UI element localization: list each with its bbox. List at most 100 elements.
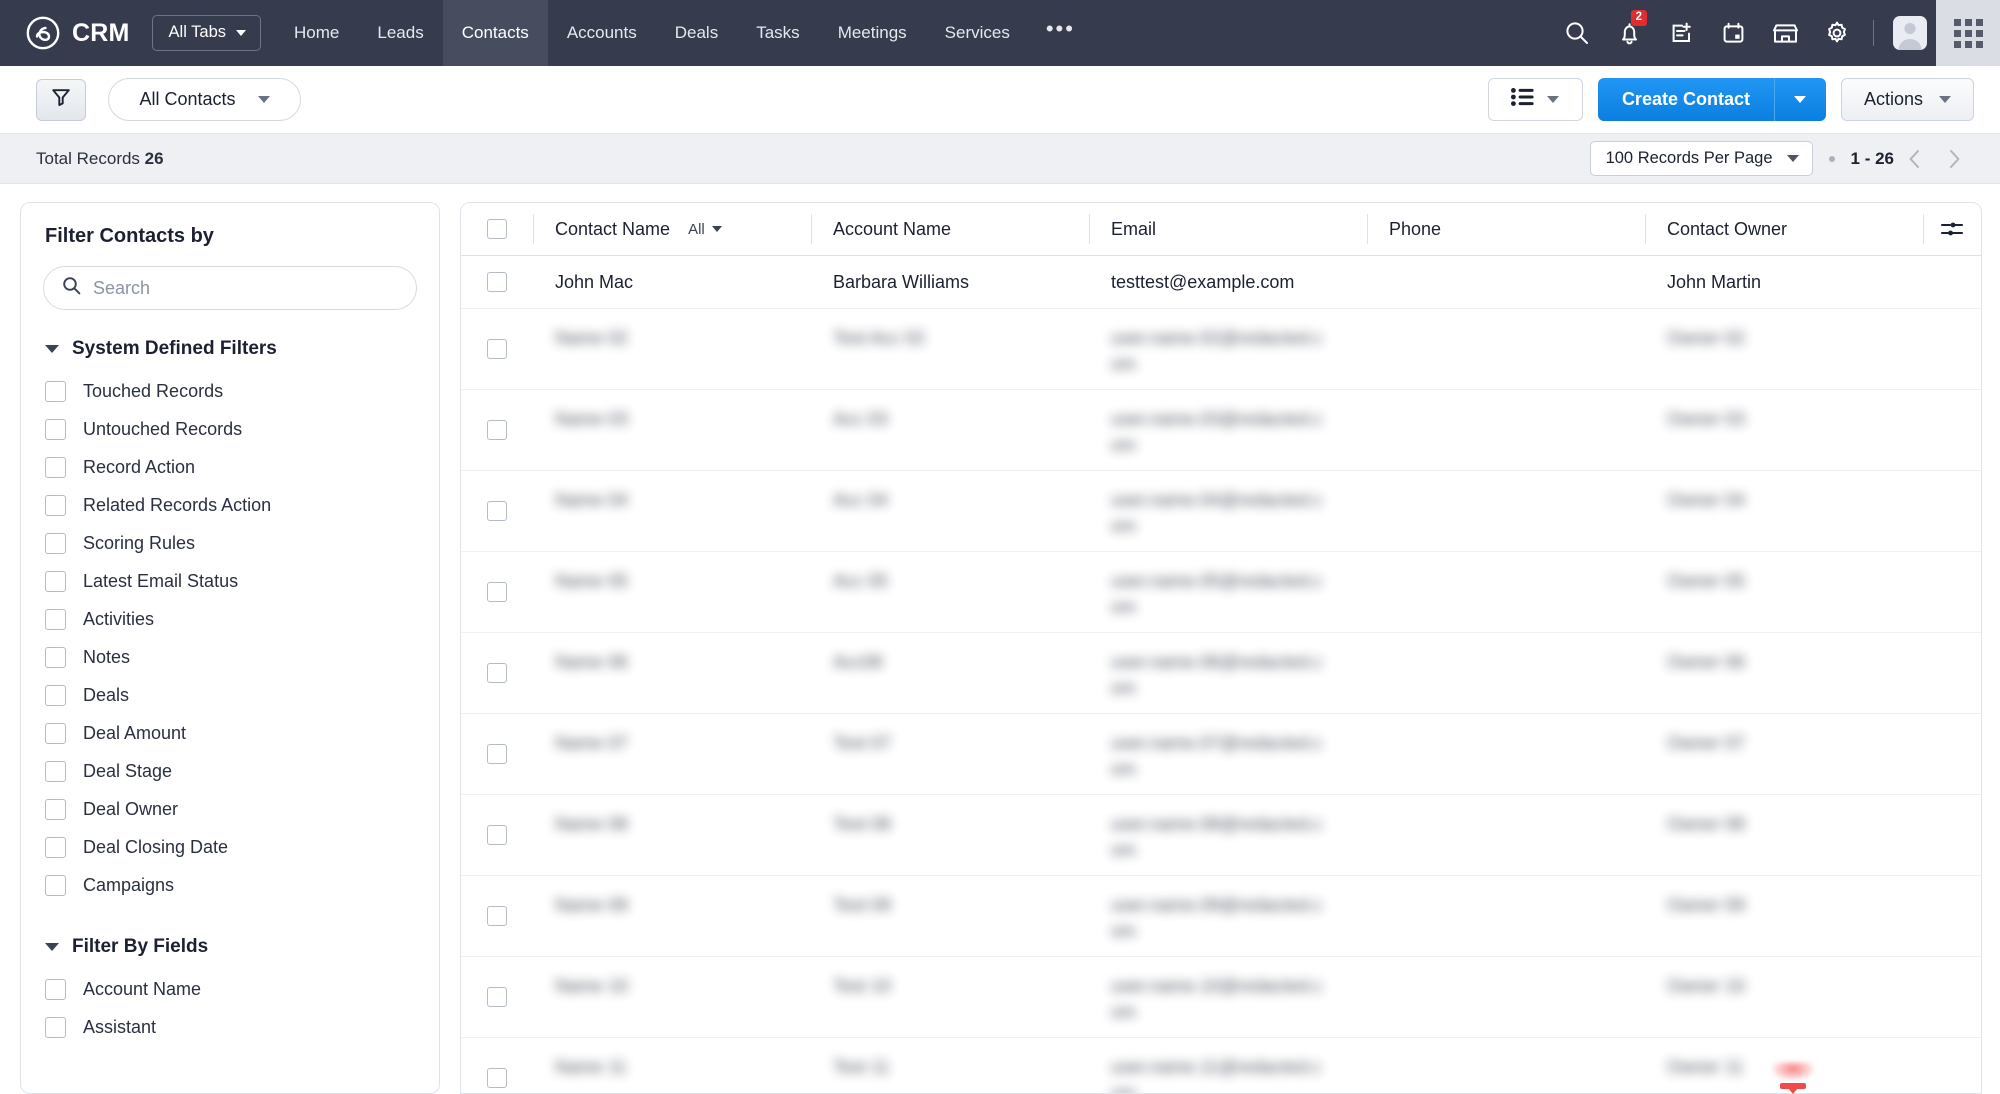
checkbox[interactable]: [45, 381, 66, 402]
cell-email[interactable]: user.name.06@redacted.com: [1089, 633, 1367, 713]
marketplace-icon[interactable]: [1759, 0, 1811, 66]
row-checkbox[interactable]: [461, 1038, 533, 1093]
table-row[interactable]: John Mac Barbara Williams testtest@examp…: [461, 256, 1981, 309]
filter-item-deal-amount[interactable]: Deal Amount: [21, 714, 439, 752]
filter-item-related-records-action[interactable]: Related Records Action: [21, 486, 439, 524]
filter-group-header[interactable]: Filter By Fields: [21, 930, 439, 970]
row-checkbox[interactable]: [461, 309, 533, 389]
column-header-contact-owner[interactable]: Contact Owner: [1645, 203, 1923, 255]
apps-grid-icon[interactable]: [1936, 0, 2000, 66]
cell-email[interactable]: user.name.10@redacted.com: [1089, 957, 1367, 1037]
checkbox[interactable]: [45, 533, 66, 554]
cell-email[interactable]: user.name.03@redacted.com: [1089, 390, 1367, 470]
cell-phone[interactable]: [1367, 795, 1645, 875]
table-row[interactable]: Name 08 Test 08 user.name.08@redacted.co…: [461, 795, 1981, 876]
cell-account-name[interactable]: Test 10: [811, 957, 1089, 1037]
cell-email[interactable]: user.name.05@redacted.com: [1089, 552, 1367, 632]
nav-tab-services[interactable]: Services: [926, 0, 1029, 66]
filter-item-account-name[interactable]: Account Name: [21, 970, 439, 1008]
cell-contact-owner[interactable]: Owner 06: [1645, 633, 1981, 713]
cell-contact-name[interactable]: Name 07: [533, 714, 811, 794]
add-note-icon[interactable]: [1655, 0, 1707, 66]
nav-tab-deals[interactable]: Deals: [656, 0, 737, 66]
cell-account-name[interactable]: Acc 05: [811, 552, 1089, 632]
cell-contact-name[interactable]: Name 04: [533, 471, 811, 551]
filter-item-record-action[interactable]: Record Action: [21, 448, 439, 486]
cell-email[interactable]: user.name.09@redacted.com: [1089, 876, 1367, 956]
checkbox[interactable]: [45, 1017, 66, 1038]
checkbox[interactable]: [45, 837, 66, 858]
checkbox[interactable]: [45, 457, 66, 478]
cell-contact-owner[interactable]: Owner 07: [1645, 714, 1981, 794]
row-checkbox[interactable]: [461, 714, 533, 794]
row-checkbox[interactable]: [461, 633, 533, 713]
nav-tab-accounts[interactable]: Accounts: [548, 0, 656, 66]
checkbox[interactable]: [45, 979, 66, 1000]
cell-contact-name[interactable]: Name 06: [533, 633, 811, 713]
checkbox[interactable]: [487, 219, 507, 239]
cell-contact-owner[interactable]: Owner 10: [1645, 957, 1981, 1037]
checkbox[interactable]: [45, 875, 66, 896]
checkbox[interactable]: [487, 501, 507, 521]
contact-name-all-dropdown[interactable]: All: [688, 221, 722, 238]
table-row[interactable]: Name 07 Test 07 user.name.07@redacted.co…: [461, 714, 1981, 795]
cell-contact-owner[interactable]: Owner 08: [1645, 795, 1981, 875]
row-checkbox[interactable]: [461, 957, 533, 1037]
list-view-button[interactable]: [1488, 78, 1583, 121]
cell-contact-owner[interactable]: Owner 11: [1645, 1038, 1981, 1093]
create-contact-dropdown-button[interactable]: [1774, 78, 1826, 121]
filter-item-deal-stage[interactable]: Deal Stage: [21, 752, 439, 790]
cell-account-name[interactable]: Test 07: [811, 714, 1089, 794]
cell-contact-owner[interactable]: Owner 05: [1645, 552, 1981, 632]
cell-phone[interactable]: [1367, 957, 1645, 1037]
cell-phone[interactable]: [1367, 876, 1645, 956]
cell-account-name[interactable]: Acc06: [811, 633, 1089, 713]
filter-item-campaigns[interactable]: Campaigns: [21, 866, 439, 904]
filter-item-assistant[interactable]: Assistant: [21, 1008, 439, 1046]
column-settings-icon[interactable]: [1923, 203, 1981, 255]
checkbox[interactable]: [487, 825, 507, 845]
actions-dropdown-button[interactable]: Actions: [1841, 78, 1974, 121]
search-icon[interactable]: [1551, 0, 1603, 66]
checkbox[interactable]: [487, 339, 507, 359]
table-row[interactable]: Name 10 Test 10 user.name.10@redacted.co…: [461, 957, 1981, 1038]
table-row[interactable]: Name 09 Test 09 user.name.09@redacted.co…: [461, 876, 1981, 957]
checkbox[interactable]: [45, 761, 66, 782]
nav-tab-leads[interactable]: Leads: [358, 0, 442, 66]
pagination-prev-button[interactable]: [1894, 139, 1934, 179]
checkbox[interactable]: [487, 1068, 507, 1088]
cell-account-name[interactable]: Test 09: [811, 876, 1089, 956]
nav-tab-meetings[interactable]: Meetings: [819, 0, 926, 66]
filter-item-untouched-records[interactable]: Untouched Records: [21, 410, 439, 448]
pagination-next-button[interactable]: [1934, 139, 1974, 179]
row-checkbox[interactable]: [461, 256, 533, 308]
table-row[interactable]: Name 06 Acc06 user.name.06@redacted.com …: [461, 633, 1981, 714]
avatar[interactable]: [1884, 0, 1936, 66]
cell-phone[interactable]: [1367, 471, 1645, 551]
cell-account-name[interactable]: Acc 03: [811, 390, 1089, 470]
cell-contact-owner[interactable]: Owner 03: [1645, 390, 1981, 470]
checkbox[interactable]: [45, 419, 66, 440]
checkbox[interactable]: [45, 799, 66, 820]
notification-bell-icon[interactable]: 2: [1603, 0, 1655, 66]
column-header-contact-name[interactable]: Contact Name All: [533, 203, 811, 255]
filter-item-touched-records[interactable]: Touched Records: [21, 372, 439, 410]
all-tabs-dropdown[interactable]: All Tabs: [152, 15, 261, 51]
cell-contact-owner[interactable]: Owner 02: [1645, 309, 1981, 389]
view-selector-dropdown[interactable]: All Contacts: [108, 78, 301, 121]
cell-email[interactable]: user.name.04@redacted.com: [1089, 471, 1367, 551]
cell-phone[interactable]: [1367, 256, 1645, 308]
cell-contact-owner[interactable]: Owner 04: [1645, 471, 1981, 551]
cell-phone[interactable]: [1367, 633, 1645, 713]
cell-account-name[interactable]: Test 08: [811, 795, 1089, 875]
records-per-page-dropdown[interactable]: 100 Records Per Page: [1590, 141, 1813, 176]
settings-gear-icon[interactable]: [1811, 0, 1863, 66]
row-checkbox[interactable]: [461, 795, 533, 875]
column-header-phone[interactable]: Phone: [1367, 203, 1645, 255]
nav-tab-contacts[interactable]: Contacts: [443, 0, 548, 66]
cell-contact-name[interactable]: Name 02: [533, 309, 811, 389]
table-row[interactable]: Name 02 Test Acc 02 user.name.02@redacte…: [461, 309, 1981, 390]
nav-more-button[interactable]: •••: [1029, 0, 1092, 66]
cell-email[interactable]: user.name.02@redacted.com: [1089, 309, 1367, 389]
filter-search-box[interactable]: [43, 266, 417, 310]
